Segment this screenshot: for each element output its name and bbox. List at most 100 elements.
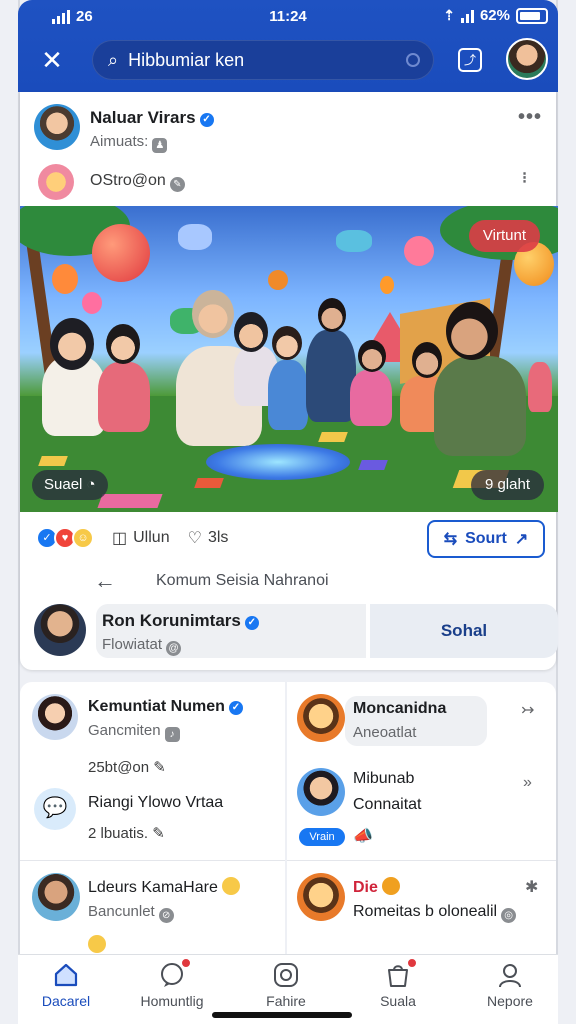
floor-tile bbox=[38, 456, 68, 466]
share-icon: ↗ bbox=[514, 531, 529, 548]
community-name2: Mibunab bbox=[353, 770, 415, 787]
fire-emoji-icon bbox=[381, 877, 400, 895]
head-girl-right bbox=[412, 342, 442, 378]
author-subtitle-text: Aimuats: bbox=[90, 133, 149, 150]
sort-icon: ⇆ bbox=[443, 531, 458, 548]
chat-icon bbox=[158, 957, 192, 989]
verified-icon: ✓ bbox=[228, 701, 243, 715]
reaction-bubbles[interactable]: ✓ ♥ ☺ bbox=[36, 527, 94, 549]
nav-community[interactable]: Homuntlig bbox=[122, 957, 222, 1009]
head-girl-left bbox=[106, 324, 140, 364]
nav-home-label: Dacarel bbox=[41, 993, 91, 1009]
at-icon: @ bbox=[166, 641, 182, 656]
profile-icon bbox=[496, 961, 524, 989]
community-name-text: Die bbox=[353, 879, 378, 896]
glowing-mat bbox=[206, 444, 350, 480]
head-hijab-left bbox=[50, 318, 94, 370]
community-name-text: Kemuntiat Numen bbox=[88, 698, 225, 715]
person-girl-left bbox=[98, 362, 150, 432]
community-avatar bbox=[32, 873, 80, 921]
balloon-orange bbox=[52, 264, 78, 294]
comment-count: 3ls bbox=[207, 529, 229, 546]
back-icon[interactable]: ✕ bbox=[38, 46, 66, 74]
share-square-icon[interactable]: ⤴ bbox=[458, 48, 482, 72]
nav-favorite-label: Fahire bbox=[266, 993, 306, 1009]
nav-profile[interactable]: Nepore bbox=[460, 961, 560, 1009]
community-line4-text: 2 lbuatis. bbox=[88, 825, 149, 842]
emoji-icon bbox=[88, 935, 106, 953]
sort-button[interactable]: ⇆ Sourt ↗ bbox=[427, 520, 545, 558]
head-boy-standing bbox=[318, 298, 346, 332]
header-avatar[interactable] bbox=[506, 38, 548, 80]
chevron-right-icon[interactable]: » bbox=[523, 774, 532, 792]
ufo-toy bbox=[336, 230, 372, 252]
mic-icon[interactable] bbox=[406, 53, 420, 67]
small-balloon bbox=[380, 276, 394, 294]
head-girl-mid bbox=[358, 340, 386, 372]
commenter-avatar[interactable] bbox=[34, 604, 86, 656]
more-options-icon[interactable]: ••• bbox=[518, 106, 542, 129]
community-line2-text: Gancmiten bbox=[88, 722, 161, 739]
comment-icon: ♡ bbox=[187, 530, 202, 547]
haha-reaction-icon: ☺ bbox=[72, 527, 94, 549]
commenter-row: Ron Korunimtars ✓ Flowiatat @ Sohal bbox=[34, 604, 558, 658]
scene-badge-top[interactable]: Virtunt bbox=[468, 220, 540, 252]
secondary-avatar[interactable] bbox=[38, 164, 74, 200]
nav-home[interactable]: Dacarel bbox=[16, 961, 116, 1009]
community-card-2[interactable]: Moncanidna Aneoatlat ↣ Mibunab Connaitat… bbox=[287, 682, 556, 860]
head-mother bbox=[192, 290, 234, 338]
cell-icon bbox=[460, 9, 474, 23]
comment-action[interactable]: ♡ 3ls bbox=[188, 528, 229, 548]
nav-shop[interactable]: Suala bbox=[348, 957, 448, 1009]
person-toddler bbox=[268, 360, 308, 430]
head-hijab-back bbox=[234, 312, 268, 352]
community-avatar bbox=[297, 694, 345, 742]
nav-favorite[interactable]: Fahire bbox=[236, 961, 336, 1009]
nav-community-label: Homuntlig bbox=[140, 993, 204, 1009]
author-avatar[interactable] bbox=[34, 104, 80, 150]
community-line2: Romeitas b olonealil ◎ bbox=[353, 903, 517, 923]
community-name: Die bbox=[353, 877, 400, 897]
scene-badge-right[interactable]: 9 glaht bbox=[470, 470, 544, 500]
home-icon bbox=[52, 961, 80, 989]
status-right: ⇡ 62% bbox=[443, 7, 548, 24]
author-name[interactable]: Naluar Virars ✓ bbox=[90, 108, 214, 128]
commenter-sub-text: Flowiatat bbox=[102, 636, 163, 653]
like-action[interactable]: ◫ Ullun bbox=[112, 528, 170, 548]
community-name: Kemuntiat Numen ✓ bbox=[88, 698, 243, 716]
post-card: Naluar Virars ✓ Aimuats: ♟ ••• OStro@on ✎ ⁝ bbox=[20, 92, 558, 670]
community-line2: Gancmiten ♪ bbox=[88, 722, 180, 742]
person-girl-mid bbox=[350, 370, 392, 426]
community-card-1[interactable]: Kemuntiat Numen✓ Gancmiten♪ 25bt@on ✎ Ri… bbox=[20, 682, 285, 860]
community-card-4[interactable]: Die Romeitas b olonealil ◎ ✱ bbox=[287, 860, 556, 954]
community-line2: Bancunlet ⊘ bbox=[88, 903, 174, 923]
search-input[interactable]: ⌕ Hibbumiar ken bbox=[92, 40, 434, 80]
community-card-3[interactable]: Ldeurs KamaHare Bancunlet ⊘ bbox=[20, 860, 285, 954]
community-name: Moncanidna bbox=[353, 700, 447, 717]
megaphone-icon: 📣 bbox=[353, 828, 373, 845]
home-indicator[interactable] bbox=[212, 1012, 352, 1018]
nav-profile-label: Nepore bbox=[487, 993, 533, 1009]
battery-text: 62% bbox=[479, 7, 510, 24]
verified-icon: ✓ bbox=[199, 113, 214, 127]
battery-icon bbox=[516, 7, 548, 24]
side-menu-icon[interactable]: ⁝ bbox=[522, 168, 528, 188]
author-subtitle: Aimuats: ♟ bbox=[90, 133, 168, 153]
edit-icon: ✎ bbox=[152, 825, 165, 842]
scene-badge-left[interactable]: Suael ◔ bbox=[32, 470, 108, 500]
person-boy-standing bbox=[306, 330, 356, 422]
commenter-name-text: Ron Korunimtars bbox=[102, 611, 241, 630]
solid-button[interactable]: Sohal bbox=[370, 604, 558, 658]
back-arrow-icon[interactable]: ← bbox=[94, 568, 116, 594]
notification-badge bbox=[180, 957, 192, 969]
expand-icon[interactable]: ↣ bbox=[521, 700, 534, 720]
pin-icon[interactable]: ✱ bbox=[525, 877, 538, 897]
flying-toy bbox=[178, 224, 212, 250]
post-image[interactable]: Virtunt Suael ◔ 9 glaht bbox=[20, 206, 558, 512]
community-line3: Connaitat bbox=[353, 796, 422, 813]
author-name-text: Naluar Virars bbox=[90, 108, 196, 127]
balloon-pink bbox=[82, 292, 102, 314]
community-avatar bbox=[297, 873, 345, 921]
person-father bbox=[434, 356, 526, 456]
search-text: Hibbumiar ken bbox=[128, 49, 245, 70]
